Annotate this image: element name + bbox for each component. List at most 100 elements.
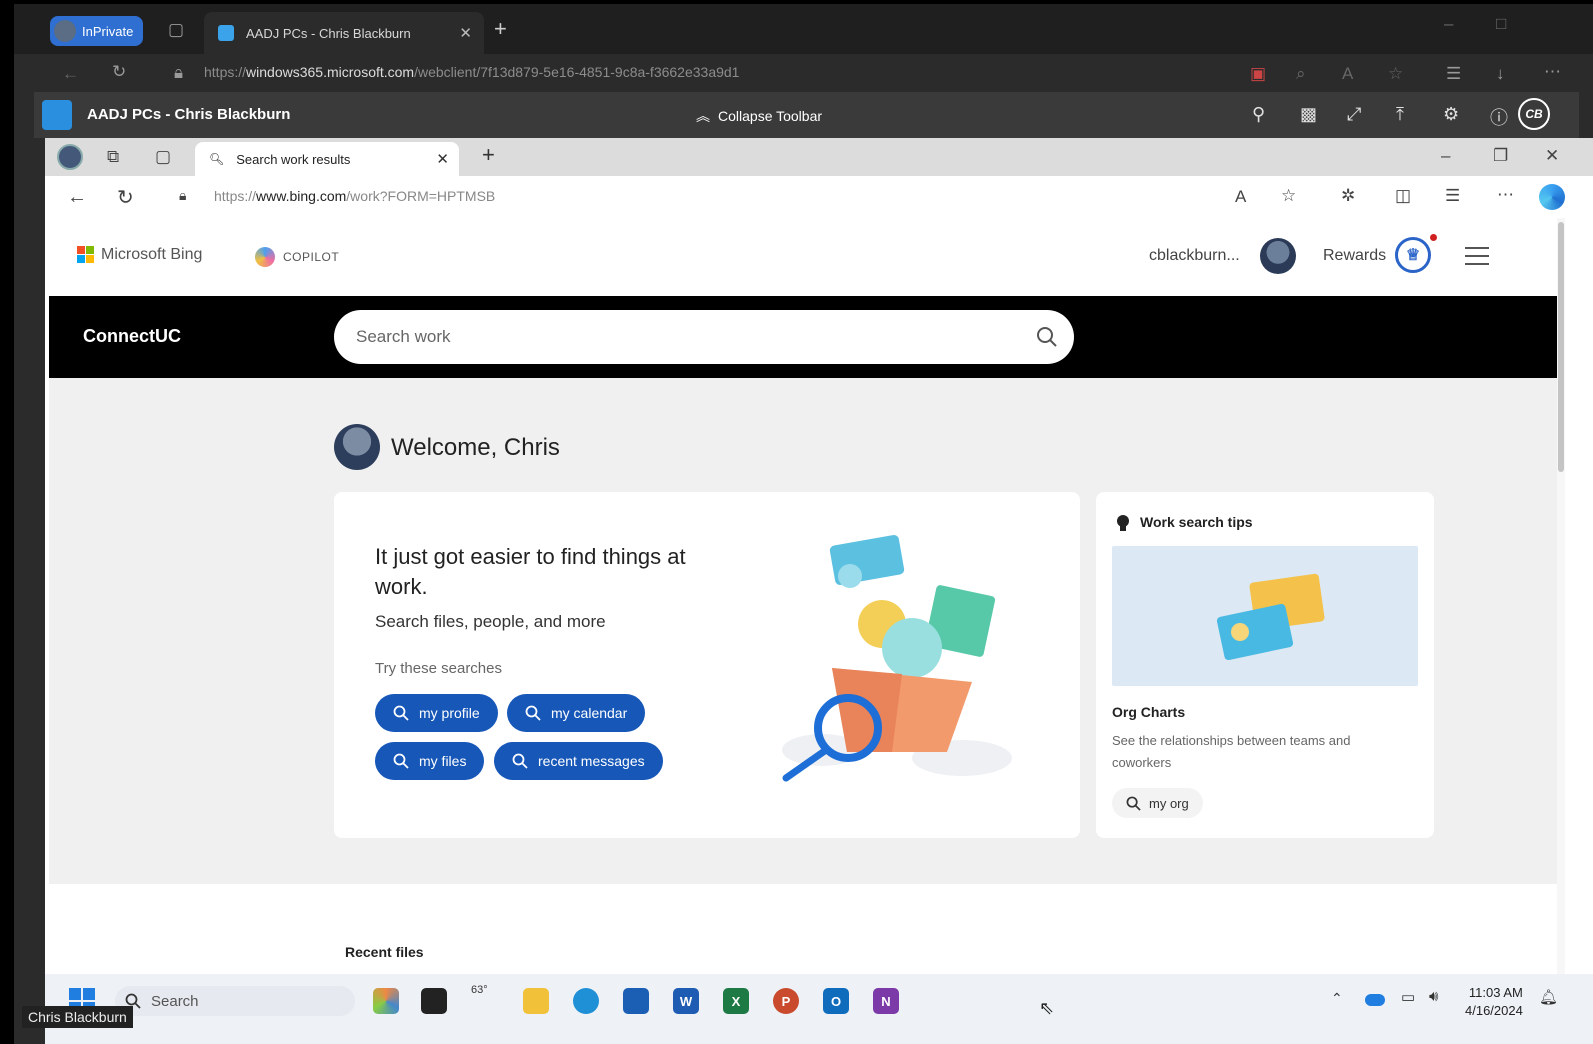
recent-messages-button[interactable]: recent messages [494,742,663,780]
system-clock[interactable]: 11:03 AM 4/16/2024 [1465,984,1523,1020]
pin-top-icon[interactable]: ⤒ [1396,104,1404,125]
clock-date: 4/16/2024 [1465,1003,1523,1018]
remote-assist-icon[interactable]: ⚲ [1252,104,1265,125]
page-body: Welcome, Chris It just got easier to fin… [49,378,1557,884]
copilot-link[interactable]: COPILOT [283,250,339,264]
pill-label: my profile [419,705,480,721]
clock-time: 11:03 AM [1468,985,1523,1000]
weather-widget[interactable]: 63° [471,984,488,996]
restore-icon[interactable]: ❐ [1493,146,1508,166]
mouse-cursor-icon: ⇖ [1039,998,1055,1018]
rewards-trophy-icon[interactable]: ♕ [1395,237,1431,273]
inner-profile-avatar[interactable] [57,144,83,170]
zoom-icon[interactable]: ⌕ [1296,64,1306,84]
user-initials-badge[interactable]: CB [1518,98,1550,130]
search-work-input[interactable] [356,322,1006,352]
tab-actions-icon[interactable]: ▢ [155,147,171,167]
windows365-favicon-icon [218,25,234,41]
bing-brand-link[interactable]: Microsoft Bing [101,246,202,264]
profile-avatar-icon [54,20,76,42]
network-icon[interactable]: ▭ [1401,988,1415,1006]
refresh-icon[interactable]: ↻ [117,185,134,210]
favorites-icon[interactable]: ☰ [1446,64,1461,84]
inner-tab-search-work[interactable]: 🔍︎ Search work results ✕ [195,142,459,176]
maximize-icon[interactable]: □ [1496,14,1506,34]
more-icon[interactable]: ⋯ [1497,185,1514,205]
favorite-star-icon[interactable]: ☆ [1281,186,1296,206]
new-tab-icon[interactable]: + [494,16,507,42]
copilot-sidebar-icon[interactable] [1539,184,1565,210]
outlook-icon[interactable]: O [823,988,849,1014]
screen-share-icon[interactable]: ▣ [1250,64,1266,84]
page-scrollbar[interactable] [1557,218,1565,974]
minimize-icon[interactable]: – [1441,146,1450,166]
outer-tab-aadj[interactable]: AADJ PCs - Chris Blackburn ✕ [204,12,484,54]
microsoft-logo-icon[interactable] [77,246,95,264]
windows365-toolbar: AADJ PCs - Chris Blackburn ︽ Collapse To… [34,92,1579,138]
username-link[interactable]: cblackburn... [1149,247,1240,265]
my-org-label: my org [1149,795,1189,811]
file-explorer-icon[interactable] [523,988,549,1014]
more-icon[interactable]: ⋯ [1544,62,1561,82]
hamburger-menu-icon[interactable] [1465,247,1489,271]
onedrive-icon[interactable] [1365,994,1385,1006]
split-screen-icon[interactable]: ◫ [1395,186,1411,206]
inner-url[interactable]: https://www.bing.com/work?FORM=HPTMSB [214,188,495,204]
inprivate-label: InPrivate [82,23,134,39]
favorites-icon[interactable]: ☰ [1445,186,1460,206]
chevron-up-icon[interactable]: ⌃ [1331,990,1343,1007]
read-aloud-icon[interactable]: A [1342,64,1353,84]
user-avatar[interactable] [1260,238,1296,274]
copilot-icon[interactable] [255,247,275,267]
taskbar-search[interactable]: Search [115,986,355,1016]
powerpoint-icon[interactable]: P [773,988,799,1014]
refresh-icon[interactable]: ↻ [112,62,126,82]
extensions-icon[interactable]: ✲ [1341,186,1355,206]
notification-bell-icon[interactable]: 🔔︎ [1539,988,1558,1006]
search-work-box [334,310,1074,364]
rewards-link[interactable]: Rewards [1323,247,1386,265]
tips-title: Work search tips [1140,514,1253,530]
windows365-logo-icon [42,100,72,130]
search-icon [1126,796,1141,811]
my-files-button[interactable]: my files [375,742,485,780]
my-calendar-button[interactable]: my calendar [507,694,646,732]
org-chart-illustration [1112,546,1418,686]
inner-tab-bar: ⧉ ▢ 🔍︎ Search work results ✕ + – ❐ ✕ [45,138,1593,176]
back-icon[interactable]: ← [67,186,87,209]
fullscreen-icon[interactable]: ⤢ [1347,104,1361,125]
cloudpc-title: AADJ PCs - Chris Blackburn [87,106,291,123]
url-path: /webclient/7f13d879-5e16-4851-9c8a-f3662… [414,64,740,80]
close-tab-icon[interactable]: ✕ [459,24,472,42]
widgets-icon[interactable] [373,988,399,1014]
info-icon[interactable]: ⓘ [1490,104,1508,130]
close-window-icon[interactable]: ✕ [1545,146,1559,166]
minimize-icon[interactable]: – [1444,14,1453,34]
search-icon [393,705,409,721]
my-org-button[interactable]: my org [1112,788,1203,818]
favorite-icon[interactable]: ☆ [1388,64,1403,84]
url-prefix: https:// [204,64,247,80]
task-view-icon[interactable] [421,988,447,1014]
store-icon[interactable] [623,988,649,1014]
outer-url[interactable]: https://windows365.microsoft.com/webclie… [204,64,739,80]
search-icon[interactable] [1036,326,1058,348]
volume-icon[interactable]: 🔊︎ [1429,988,1438,1005]
onenote-icon[interactable]: N [873,988,899,1014]
close-tab-icon[interactable]: ✕ [436,150,449,168]
new-tab-icon[interactable]: + [482,142,495,168]
scrollbar-thumb[interactable] [1558,222,1564,472]
back-icon[interactable]: ← [62,64,79,84]
collapse-toolbar-button[interactable]: ︽ Collapse Toolbar [696,106,822,126]
excel-icon[interactable]: X [723,988,749,1014]
edge-icon[interactable] [573,988,599,1014]
word-icon[interactable]: W [673,988,699,1014]
display-icon[interactable]: ▩ [1300,104,1317,125]
settings-gear-icon[interactable]: ⚙ [1443,104,1459,125]
my-profile-button[interactable]: my profile [375,694,498,732]
read-aloud-icon[interactable]: A [1235,187,1246,207]
inprivate-badge[interactable]: InPrivate [50,16,144,46]
downloads-icon[interactable]: ↓ [1496,64,1505,84]
workspaces-icon[interactable]: ⧉ [107,147,119,167]
tab-actions-icon[interactable]: ▢ [168,20,184,40]
